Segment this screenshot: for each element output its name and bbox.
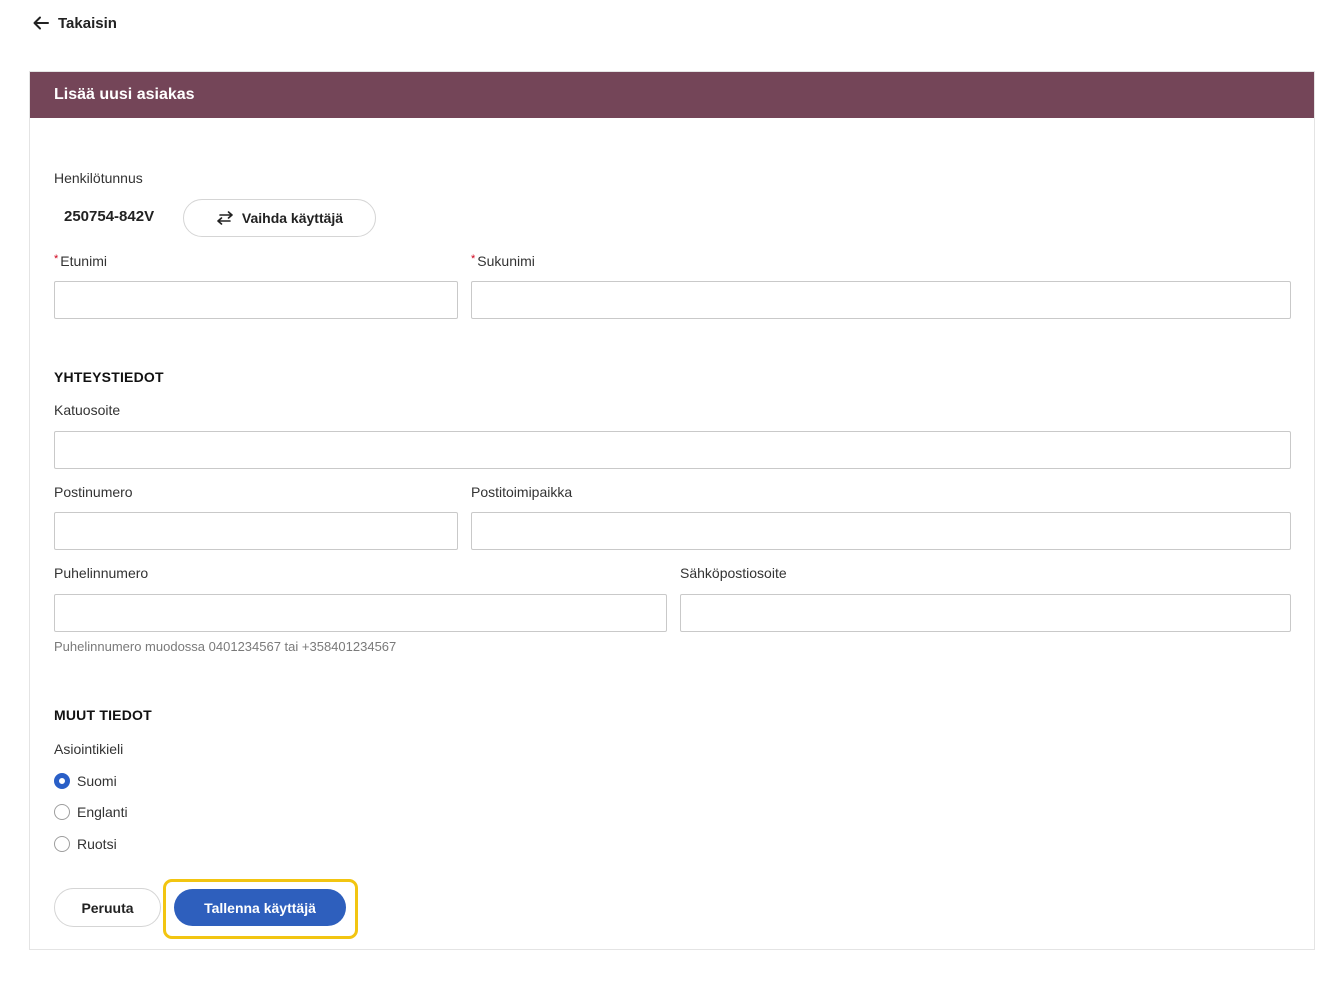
language-option-englanti[interactable]: Englanti [54,804,128,820]
email-label: Sähköpostiosoite [680,565,787,581]
last-name-field[interactable] [471,281,1291,319]
postal-code-label: Postinumero [54,484,133,500]
card-title: Lisää uusi asiakas [54,86,195,103]
last-name-label: * Sukunimi [471,253,535,269]
arrow-left-icon [33,16,49,30]
phone-label: Puhelinnumero [54,565,149,581]
other-section-title: MUUT TIEDOT [54,707,152,723]
language-option-label: Suomi [77,773,117,789]
radio-unchecked[interactable] [54,804,70,820]
card-header: Lisää uusi asiakas [30,72,1314,118]
street-field[interactable] [54,431,1291,469]
cancel-button[interactable]: Peruuta [54,888,161,927]
language-option-ruotsi[interactable]: Ruotsi [54,836,117,852]
city-label: Postitoimipaikka [471,484,573,500]
required-marker: * [54,253,59,265]
switch-user-label: Vaihda käyttäjä [241,210,344,226]
back-link[interactable]: Takaisin [32,14,117,32]
phone-hint: Puhelinnumero muodossa 0401234567 tai +3… [54,639,397,654]
ssn-value: 250754-842V [64,208,155,225]
first-name-label-text: Etunimi [60,253,107,269]
language-option-suomi[interactable]: Suomi [54,773,117,789]
radio-unchecked[interactable] [54,836,70,852]
email-field[interactable] [680,594,1291,632]
language-label: Asiointikieli [54,741,124,757]
postal-code-field[interactable] [54,512,458,550]
back-label: Takaisin [58,14,117,32]
first-name-label: * Etunimi [54,253,107,269]
switch-user-button[interactable]: Vaihda käyttäjä [183,199,376,237]
phone-field[interactable] [54,594,667,632]
contact-section-title: YHTEYSTIEDOT [54,369,164,385]
last-name-label-text: Sukunimi [477,253,535,269]
language-option-label: Ruotsi [77,836,117,852]
radio-checked[interactable] [54,773,70,789]
required-marker: * [471,253,476,265]
save-user-button[interactable]: Tallenna käyttäjä [174,889,346,926]
street-label: Katuosoite [54,402,121,418]
language-option-label: Englanti [77,804,128,820]
swap-arrows-icon [217,211,233,225]
first-name-field[interactable] [54,281,458,319]
city-field[interactable] [471,512,1291,550]
ssn-label: Henkilötunnus [54,170,143,186]
